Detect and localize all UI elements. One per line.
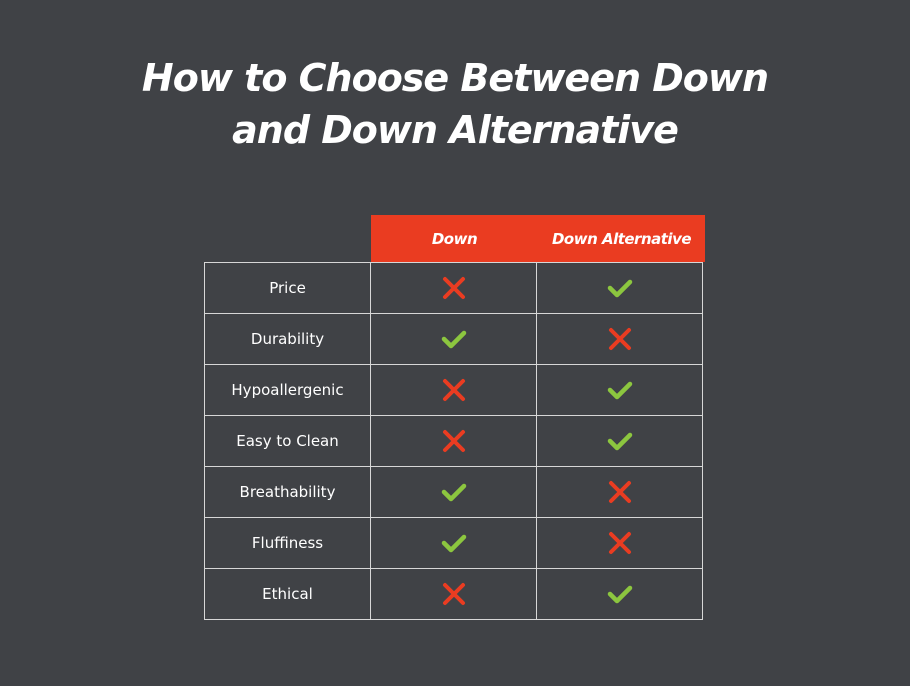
title-line-1: How to Choose Between Down [141,56,769,100]
cross-icon [371,275,536,301]
title-line-2: and Down Alternative [232,108,679,152]
table-header: Down Down Alternative [371,215,705,262]
row-label: Easy to Clean [204,415,371,467]
table-row: Durability [204,313,703,365]
check-icon [537,430,702,452]
cell-down-alternative [536,364,703,416]
table-row: Ethical [204,568,703,620]
table-row: Price [204,262,703,314]
column-header-down: Down [431,229,478,248]
table-row: Hypoallergenic [204,364,703,416]
check-icon [371,328,536,350]
column-header-down-alternative: Down Alternative [551,229,692,248]
table-row: Easy to Clean [204,415,703,467]
cross-icon [371,581,536,607]
cell-down [370,364,537,416]
row-label: Ethical [204,568,371,620]
cell-down-alternative [536,313,703,365]
check-icon [371,481,536,503]
cross-icon [371,377,536,403]
table-row: Fluffiness [204,517,703,569]
cell-down [370,262,537,314]
cell-down [370,415,537,467]
comparison-table: Price Durability Hypoallergenic Easy to Cle… [204,262,703,620]
row-label: Breathability [204,466,371,518]
cell-down [370,466,537,518]
cross-icon [537,530,702,556]
check-icon [537,379,702,401]
cell-down [370,568,537,620]
cross-icon [537,479,702,505]
cell-down-alternative [536,466,703,518]
check-icon [371,532,536,554]
cell-down-alternative [536,517,703,569]
page-title: How to Choose Between Down and Down Alte… [0,52,910,156]
cell-down-alternative [536,262,703,314]
table-row: Breathability [204,466,703,518]
cell-down-alternative [536,415,703,467]
cell-down [370,517,537,569]
cell-down [370,313,537,365]
cross-icon [371,428,536,454]
cross-icon [537,326,702,352]
cell-down-alternative [536,568,703,620]
row-label: Durability [204,313,371,365]
check-icon [537,583,702,605]
row-label: Hypoallergenic [204,364,371,416]
row-label: Fluffiness [204,517,371,569]
row-label: Price [204,262,371,314]
check-icon [537,277,702,299]
